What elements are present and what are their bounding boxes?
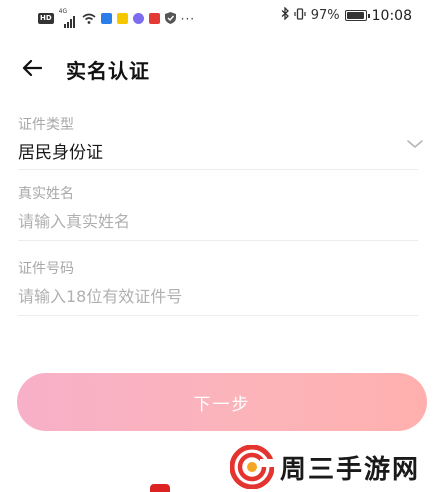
page-title: 实名认证 (66, 59, 150, 83)
cell-signal-icon: 4G (59, 8, 77, 28)
id-type-value[interactable]: 居民身份证 (18, 141, 418, 165)
id-type-field[interactable]: 证件类型 居民身份证 (18, 116, 423, 170)
arrow-left-icon (22, 59, 42, 77)
real-name-input[interactable] (18, 210, 378, 234)
id-number-label: 证件号码 (18, 261, 74, 277)
shield-app-icon (100, 13, 112, 24)
bottom-edge-mark (150, 484, 170, 492)
red-app-icon (148, 13, 160, 24)
status-left-icons: HD 4G ··· (38, 8, 196, 28)
vibrate-icon (294, 7, 306, 24)
chevron-down-icon[interactable] (406, 138, 424, 150)
notes-app-icon (116, 13, 128, 24)
more-notifications-icon: ··· (180, 11, 196, 26)
signal-type-label: 4G (58, 7, 68, 15)
hd-badge: HD (38, 13, 54, 24)
id-number-field: 证件号码 (18, 260, 418, 316)
real-name-field: 真实姓名 (18, 185, 418, 241)
id-type-label: 证件类型 (18, 117, 74, 133)
id-number-input[interactable] (18, 285, 378, 309)
spiral-logo-icon (230, 445, 274, 489)
real-name-label: 真实姓名 (18, 186, 74, 202)
wifi-icon (82, 9, 96, 28)
site-watermark: 周三手游网 (230, 445, 420, 489)
bluetooth-icon (281, 6, 289, 24)
back-button[interactable] (18, 54, 46, 82)
clock: 10:08 (371, 7, 412, 24)
music-app-icon (132, 13, 144, 24)
status-right-icons: 97% 10:08 (281, 6, 412, 24)
next-step-button[interactable]: 下一步 (17, 373, 427, 431)
watermark-text: 周三手游网 (280, 454, 421, 485)
status-bar: HD 4G ··· 97% 10:08 (0, 0, 434, 30)
battery-icon (344, 10, 370, 21)
shield-check-icon (164, 9, 176, 28)
battery-percent: 97% (310, 8, 340, 23)
app-header: 实名认证 (0, 50, 434, 86)
